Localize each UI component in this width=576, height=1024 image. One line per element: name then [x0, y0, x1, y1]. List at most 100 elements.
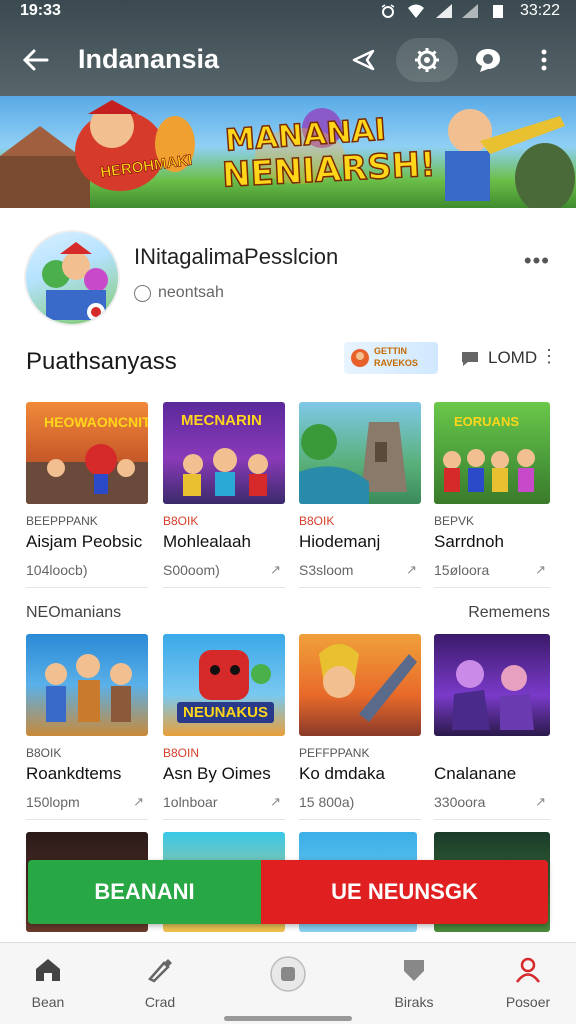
profile-header: INitagalimaPesslcion neontsah •••: [0, 208, 576, 338]
card-tag: [434, 746, 550, 760]
game-card[interactable]: PEFFPPANK Ko dmdaka 15 800a): [299, 634, 421, 820]
subhead-right-link[interactable]: Rememens: [468, 604, 550, 622]
thumbnail-art: [319, 644, 417, 722]
game-card[interactable]: Cnalanane 330oora ↗: [434, 634, 550, 820]
card-title: Asn By Oimes: [163, 764, 271, 783]
game-thumbnail: [299, 402, 421, 504]
card-meta: 150lopm ↗: [26, 794, 148, 810]
record-icon: [270, 956, 306, 992]
game-card[interactable]: HEOWAONCNIT BEEPPPANK Aisjam Peobsic 104…: [26, 402, 148, 588]
game-card[interactable]: EORUANS BEPVK Sarrdnoh 15øloora ↗: [434, 402, 550, 588]
card-title: Cnalanane: [434, 764, 517, 783]
game-thumbnail: MECNARIN: [163, 402, 285, 504]
avatar-artwork: [42, 242, 108, 321]
card-tag: B8OIK: [299, 514, 335, 528]
divider: [434, 587, 550, 588]
section-title: Puathsanyass: [26, 348, 177, 375]
wifi-icon: [408, 4, 424, 18]
trend-icon: ↗: [133, 794, 144, 809]
nav-label: Crad: [144, 994, 176, 1010]
card-meta-text: 150lopm: [26, 794, 80, 810]
divider: [299, 587, 421, 588]
handle-icon: [134, 285, 151, 302]
card-tag: B8OIK: [163, 514, 199, 528]
game-card[interactable]: B8OIK Hiodemanj S3sloom ↗: [299, 402, 421, 588]
action-bar: BEANANI UE NEUNSGK: [28, 860, 548, 924]
chat-button[interactable]: [470, 42, 506, 78]
status-bar: 19:33 33:22: [0, 0, 576, 24]
thumbnail-art: [45, 654, 132, 722]
bottom-nav: Bean Crad Biraks Posoer: [0, 942, 576, 1024]
thumbnail-art: [452, 660, 534, 730]
card-meta: S3sloom ↗: [299, 562, 421, 578]
settings-button[interactable]: [396, 38, 458, 82]
subhead-left: NEOmanians: [26, 604, 122, 621]
back-arrow-icon: [23, 49, 49, 71]
thumbnail-title: EORUANS: [454, 414, 520, 429]
card-tag: PEFFPPANK: [299, 746, 370, 760]
card-title: Mohlealaah: [163, 532, 251, 551]
card-meta: 15øloora ↗: [434, 562, 550, 578]
trend-icon: ↗: [535, 794, 546, 809]
back-button[interactable]: [18, 42, 54, 78]
card-title: Hiodemanj: [299, 532, 381, 551]
home-icon: [36, 959, 60, 981]
overflow-menu-button[interactable]: [526, 42, 562, 78]
profile-more-button[interactable]: •••: [524, 248, 550, 274]
home-indicator[interactable]: [224, 1016, 352, 1021]
nav-item-biraks[interactable]: Biraks: [369, 957, 459, 1010]
status-time-right: 33:22: [519, 2, 560, 19]
divider: [26, 819, 148, 820]
card-title: Aisjam Peobsic: [26, 532, 143, 551]
brush-icon: [147, 959, 172, 983]
card-title: Sarrdnoh: [434, 532, 504, 551]
primary-action-button[interactable]: BEANANI: [28, 860, 261, 924]
avatar[interactable]: [24, 230, 120, 326]
card-meta-text: 104loocb): [26, 562, 88, 578]
load-button[interactable]: LOMD: [488, 348, 537, 368]
more-vertical-icon: [541, 49, 547, 71]
divider: [163, 819, 285, 820]
card-title: Roankdtems: [26, 764, 122, 783]
share-button[interactable]: [346, 42, 382, 78]
nav-item-home[interactable]: Bean: [3, 957, 93, 1010]
card-meta: 104loocb): [26, 562, 148, 578]
divider: [163, 587, 285, 588]
game-card[interactable]: B8OIK Roankdtems 150lopm ↗: [26, 634, 148, 820]
card-meta-text: 1olnboar: [163, 794, 218, 810]
divider: [299, 819, 421, 820]
section-more-button[interactable]: ⋮: [540, 346, 558, 367]
card-meta-text: 15 800a): [299, 794, 355, 810]
secondary-action-button[interactable]: UE NEUNSGK: [261, 860, 548, 924]
card-tag: B8OIK: [26, 746, 62, 760]
nav-item-profile[interactable]: Posoer: [483, 957, 573, 1010]
game-card[interactable]: NEUNAKUS B8OIN Asn By Oimes 1olnboar ↗: [163, 634, 285, 820]
promo-banner[interactable]: HEROHMAKI MANANAI NENIARSH!: [0, 96, 576, 208]
nav-item-record[interactable]: [243, 955, 333, 998]
status-time: 19:33: [20, 2, 61, 19]
trend-icon: ↗: [406, 562, 417, 577]
game-thumbnail: NEUNAKUS: [163, 634, 285, 736]
card-meta-text: 15øloora: [434, 562, 490, 578]
app-title: Indanansia: [78, 44, 220, 74]
card-tag: BEPVK: [434, 514, 475, 528]
divider: [26, 587, 148, 588]
trend-icon: ↗: [535, 562, 546, 577]
signal-icon: [436, 4, 452, 18]
comment-icon: [462, 352, 478, 366]
profile-handle: neontsah: [158, 284, 224, 301]
sponsor-chip[interactable]: GETTIN RAVEKOS: [344, 342, 438, 374]
shield-icon: [404, 960, 424, 981]
signal-icon-2: [462, 4, 478, 18]
card-meta: 1olnboar ↗: [163, 794, 285, 810]
card-meta: S00oom) ↗: [163, 562, 285, 578]
divider: [434, 819, 550, 820]
gear-icon: [415, 48, 439, 72]
game-thumbnail: [434, 634, 550, 736]
nav-item-crad[interactable]: Crad: [115, 957, 205, 1010]
nav-label: Bean: [31, 994, 65, 1010]
battery-icon: [493, 5, 503, 18]
game-card[interactable]: MECNARIN B8OIK Mohlealaah S00oom) ↗: [163, 402, 285, 588]
chat-bubble-icon: [476, 49, 500, 72]
game-thumbnail: HEOWAONCNIT: [26, 402, 148, 504]
